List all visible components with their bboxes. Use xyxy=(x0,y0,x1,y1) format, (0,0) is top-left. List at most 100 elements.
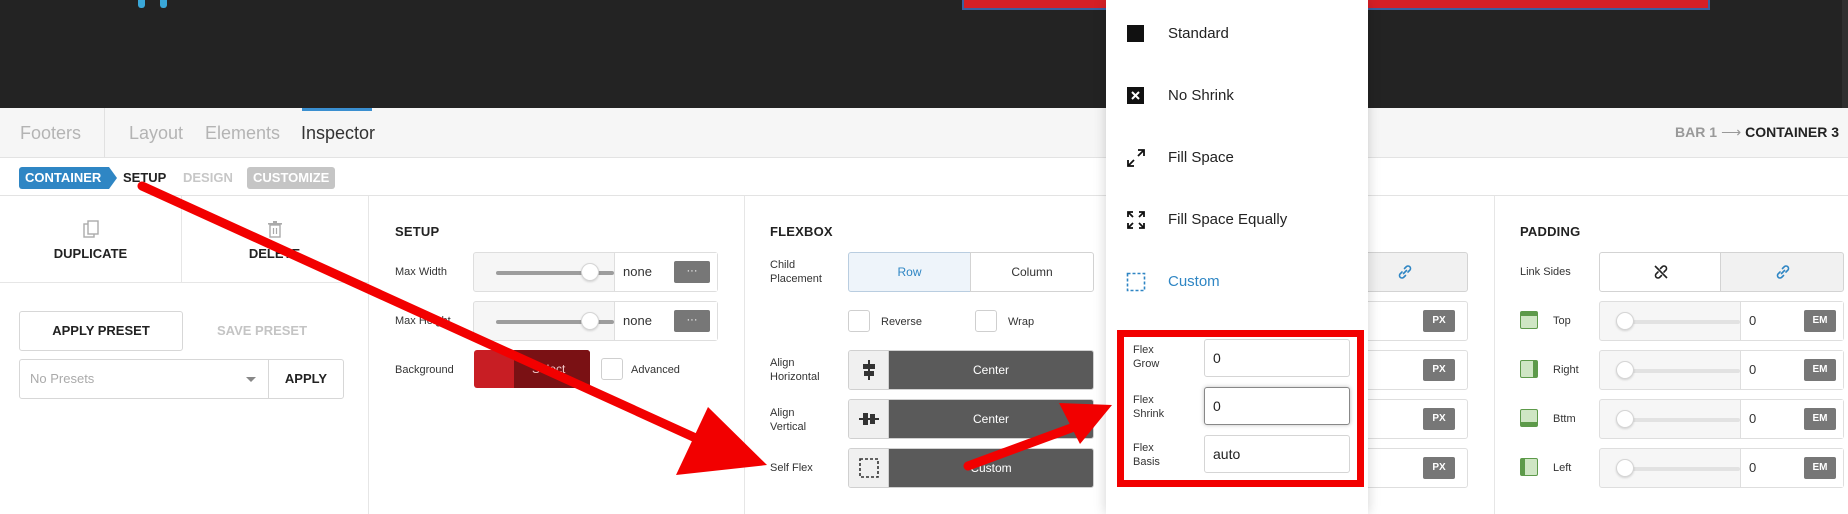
padding-left-control: 0 EM xyxy=(1599,448,1844,488)
breadcrumb: BAR 1 ⟶ CONTAINER 3 xyxy=(1675,124,1839,141)
active-tab-indicator xyxy=(302,108,372,111)
margin-top-unit[interactable]: PX xyxy=(1423,310,1455,332)
tab-footers[interactable]: Footers xyxy=(20,123,81,144)
padding-bottom-label: Bttm xyxy=(1553,413,1576,425)
padding-top-slider[interactable] xyxy=(1622,320,1740,324)
delete-label: DELETE xyxy=(248,246,301,261)
align-horizontal-label: Align Horizontal xyxy=(770,357,820,383)
max-width-more-button[interactable]: ··· xyxy=(674,261,710,283)
max-height-slider-handle[interactable] xyxy=(581,312,599,330)
padding-bottom-slider[interactable] xyxy=(1622,418,1740,422)
subnav-container[interactable]: CONTAINER xyxy=(19,167,118,189)
chevron-down-icon xyxy=(246,377,256,382)
align-horizontal-control[interactable]: Center xyxy=(848,350,1094,390)
subnav-design[interactable]: DESIGN xyxy=(183,170,233,185)
padding-section-title: PADDING xyxy=(1520,224,1581,239)
padding-right-control: 0 EM xyxy=(1599,350,1844,390)
advanced-checkbox[interactable] xyxy=(601,358,623,380)
unlink-icon xyxy=(1654,265,1668,279)
preview-canvas xyxy=(0,0,1848,108)
padding-top-icon xyxy=(1520,311,1538,329)
padding-top-slider-handle[interactable] xyxy=(1616,312,1634,330)
padding-right-slider-handle[interactable] xyxy=(1616,361,1634,379)
padding-bottom-slider-handle[interactable] xyxy=(1616,410,1634,428)
padding-bottom-control: 0 EM xyxy=(1599,399,1844,439)
flex-grow-label: Flex Grow xyxy=(1133,344,1160,370)
margin-left-unit[interactable]: PX xyxy=(1423,457,1455,479)
max-width-label: Max Width xyxy=(395,266,447,278)
apply-button[interactable]: APPLY xyxy=(268,359,344,399)
padding-left-unit[interactable]: EM xyxy=(1804,457,1836,479)
align-vertical-value: Center xyxy=(889,400,1093,438)
max-height-more-button[interactable]: ··· xyxy=(674,310,710,332)
background-label: Background xyxy=(395,364,454,376)
custom-flex-fields: Flex Grow 0 Flex Shrink 0 Flex Basis aut… xyxy=(1117,330,1364,487)
padding-top-control: 0 EM xyxy=(1599,301,1844,341)
column-divider xyxy=(744,196,745,514)
self-flex-value: Custom xyxy=(889,449,1093,487)
preview-scrollbar[interactable] xyxy=(1842,0,1848,108)
wrap-checkbox[interactable] xyxy=(975,310,997,332)
subnav-customize[interactable]: CUSTOMIZE xyxy=(247,167,336,189)
background-color-swatch[interactable]: Select xyxy=(474,350,590,388)
padding-unlink-sides-button[interactable] xyxy=(1599,252,1721,292)
padding-right-unit[interactable]: EM xyxy=(1804,359,1836,381)
margin-bottom-unit[interactable]: PX xyxy=(1423,408,1455,430)
inspector-subnav: CONTAINER SETUP DESIGN CUSTOMIZE xyxy=(0,158,1848,196)
square-filled-icon xyxy=(1127,25,1144,42)
apply-preset-button[interactable]: APPLY PRESET xyxy=(19,311,183,351)
link-icon xyxy=(1398,265,1412,279)
custom-flex-icon xyxy=(849,449,889,487)
placement-column-button[interactable]: Column xyxy=(970,252,1094,292)
self-flex-label: Self Flex xyxy=(770,462,813,474)
margin-right-unit[interactable]: PX xyxy=(1423,359,1455,381)
builder-tab-bar: Footers Layout Elements Inspector BAR 1 ⟶… xyxy=(0,108,1848,158)
subnav-setup[interactable]: SETUP xyxy=(123,170,166,185)
preset-select[interactable]: No Presets xyxy=(19,359,269,399)
padding-link-sides-button[interactable] xyxy=(1720,252,1844,292)
duplicate-icon xyxy=(82,220,99,238)
tab-layout[interactable]: Layout xyxy=(129,123,183,144)
no-shrink-icon xyxy=(1127,87,1144,104)
flex-basis-label: Flex Basis xyxy=(1133,442,1160,468)
tab-inspector[interactable]: Inspector xyxy=(301,123,375,144)
setup-section-title: SETUP xyxy=(395,224,440,239)
padding-bottom-unit[interactable]: EM xyxy=(1804,408,1836,430)
align-horizontal-center-icon xyxy=(849,351,889,389)
padding-top-label: Top xyxy=(1553,315,1571,327)
reverse-label: Reverse xyxy=(881,316,922,328)
padding-bottom-icon xyxy=(1520,409,1538,427)
preset-select-value: No Presets xyxy=(30,371,95,386)
dashed-square-icon xyxy=(1126,272,1146,292)
breadcrumb-current: CONTAINER 3 xyxy=(1745,124,1839,140)
align-vertical-control[interactable]: Center xyxy=(848,399,1094,439)
wrap-label: Wrap xyxy=(1008,316,1035,328)
delete-button[interactable]: DELETE xyxy=(181,196,368,282)
trash-icon xyxy=(267,221,282,238)
flex-basis-input[interactable]: auto xyxy=(1204,435,1350,473)
tab-elements[interactable]: Elements xyxy=(205,123,280,144)
column-divider xyxy=(1494,196,1495,514)
expand-all-icon xyxy=(1127,211,1145,229)
reverse-checkbox[interactable] xyxy=(848,310,870,332)
padding-top-unit[interactable]: EM xyxy=(1804,310,1836,332)
tab-separator xyxy=(104,108,105,158)
padding-left-slider[interactable] xyxy=(1622,467,1740,471)
breadcrumb-parent[interactable]: BAR 1 xyxy=(1675,124,1717,140)
padding-left-label: Left xyxy=(1553,462,1572,474)
max-height-label: Max Height xyxy=(395,315,451,327)
padding-right-slider[interactable] xyxy=(1622,369,1740,373)
duplicate-button[interactable]: DUPLICATE xyxy=(0,196,181,282)
flex-grow-input[interactable]: 0 xyxy=(1204,339,1350,377)
self-flex-control[interactable]: Custom xyxy=(848,448,1094,488)
flexbox-section-title: FLEXBOX xyxy=(770,224,833,239)
divider xyxy=(0,282,368,283)
flex-shrink-input[interactable]: 0 xyxy=(1204,387,1350,425)
max-width-slider-handle[interactable] xyxy=(581,263,599,281)
logo-fragment xyxy=(138,0,178,8)
placement-row-button[interactable]: Row xyxy=(848,252,971,292)
breadcrumb-arrow-icon: ⟶ xyxy=(1721,124,1742,140)
align-vertical-center-icon xyxy=(849,400,889,438)
padding-left-slider-handle[interactable] xyxy=(1616,459,1634,477)
save-preset-button[interactable]: SAVE PRESET xyxy=(190,311,334,351)
